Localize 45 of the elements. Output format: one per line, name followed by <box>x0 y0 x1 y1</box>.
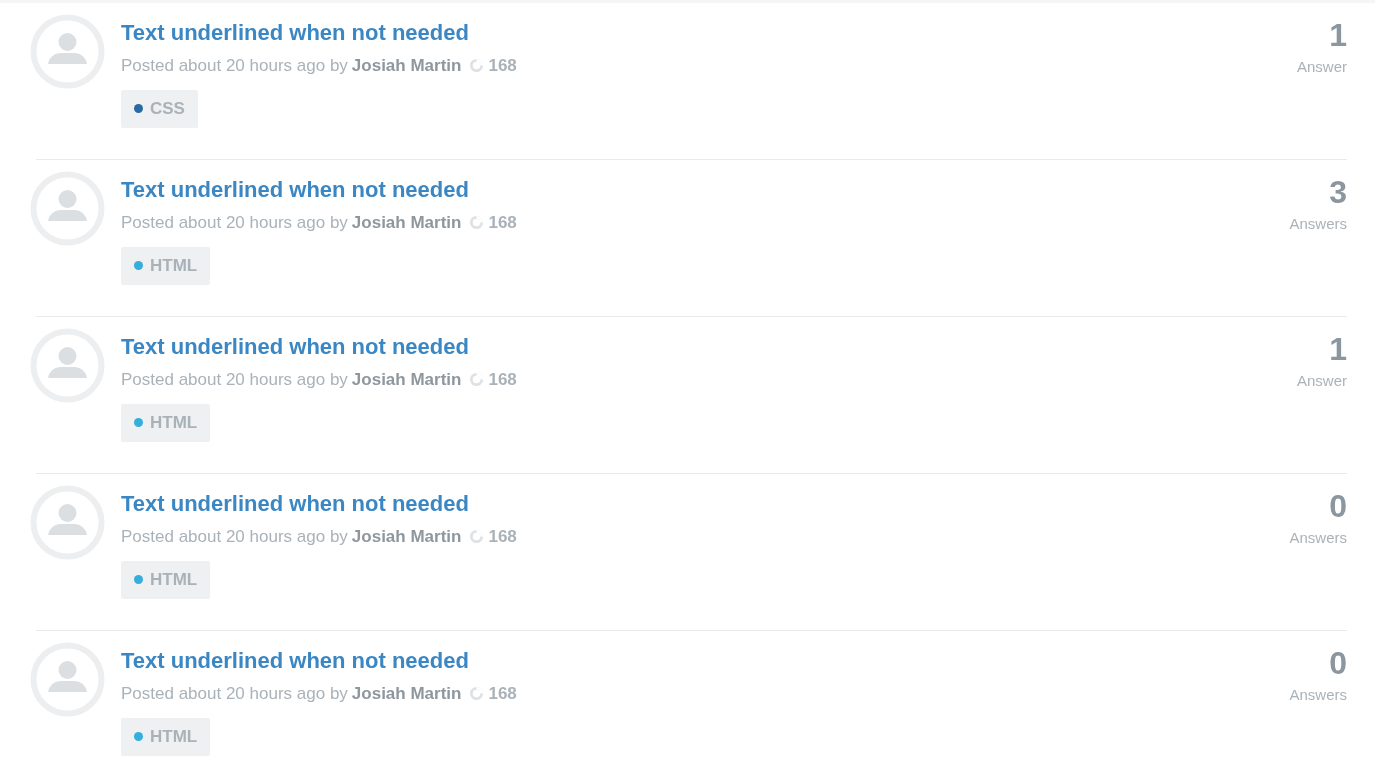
tag-chip[interactable]: HTML <box>121 717 211 756</box>
answer-count: 1 <box>1328 333 1347 365</box>
avatar-icon <box>30 14 105 89</box>
answer-count: 3 <box>1328 176 1347 208</box>
author-link[interactable]: Josiah Martin <box>351 681 462 707</box>
question-title[interactable]: Text underlined when not needed <box>121 648 469 675</box>
ring-icon <box>469 529 485 545</box>
author-link[interactable]: Josiah Martin <box>351 210 462 236</box>
avatar-icon <box>30 485 105 560</box>
author-link[interactable]: Josiah Martin <box>351 524 462 550</box>
tag-chip[interactable]: CSS <box>121 89 198 128</box>
answer-label: Answer <box>1296 371 1347 391</box>
reputation-score: 168 <box>488 55 517 77</box>
answer-label: Answer <box>1296 57 1347 77</box>
answer-label: Answers <box>1289 214 1347 234</box>
tag-chip[interactable]: HTML <box>121 246 211 285</box>
reputation-score: 168 <box>488 369 517 391</box>
ring-icon <box>469 215 485 231</box>
avatar-icon <box>30 328 105 403</box>
answer-label: Answers <box>1289 528 1347 548</box>
author-link[interactable]: Josiah Martin <box>351 367 462 393</box>
post-info: Posted about 20 hours ago by <box>121 369 348 391</box>
avatar-icon <box>30 642 105 717</box>
question-title[interactable]: Text underlined when not needed <box>121 177 469 204</box>
reputation-score: 168 <box>488 683 517 705</box>
post-info: Posted about 20 hours ago by <box>121 683 348 705</box>
reputation-score: 168 <box>488 526 517 548</box>
tag-chip[interactable]: HTML <box>121 403 211 442</box>
answer-count: 0 <box>1328 647 1347 679</box>
ring-icon <box>469 686 485 702</box>
tag-chip[interactable]: HTML <box>121 560 211 599</box>
ring-icon <box>469 372 485 388</box>
avatar-icon <box>30 171 105 246</box>
author-link[interactable]: Josiah Martin <box>351 53 462 79</box>
answer-count: 1 <box>1328 19 1347 51</box>
post-info: Posted about 20 hours ago by <box>121 212 348 234</box>
question-title[interactable]: Text underlined when not needed <box>121 20 469 47</box>
answer-label: Answers <box>1289 685 1347 705</box>
post-info: Posted about 20 hours ago by <box>121 526 348 548</box>
ring-icon <box>469 58 485 74</box>
reputation-score: 168 <box>488 212 517 234</box>
post-info: Posted about 20 hours ago by <box>121 55 348 77</box>
answer-count: 0 <box>1328 490 1347 522</box>
question-title[interactable]: Text underlined when not needed <box>121 334 469 361</box>
question-title[interactable]: Text underlined when not needed <box>121 491 469 518</box>
